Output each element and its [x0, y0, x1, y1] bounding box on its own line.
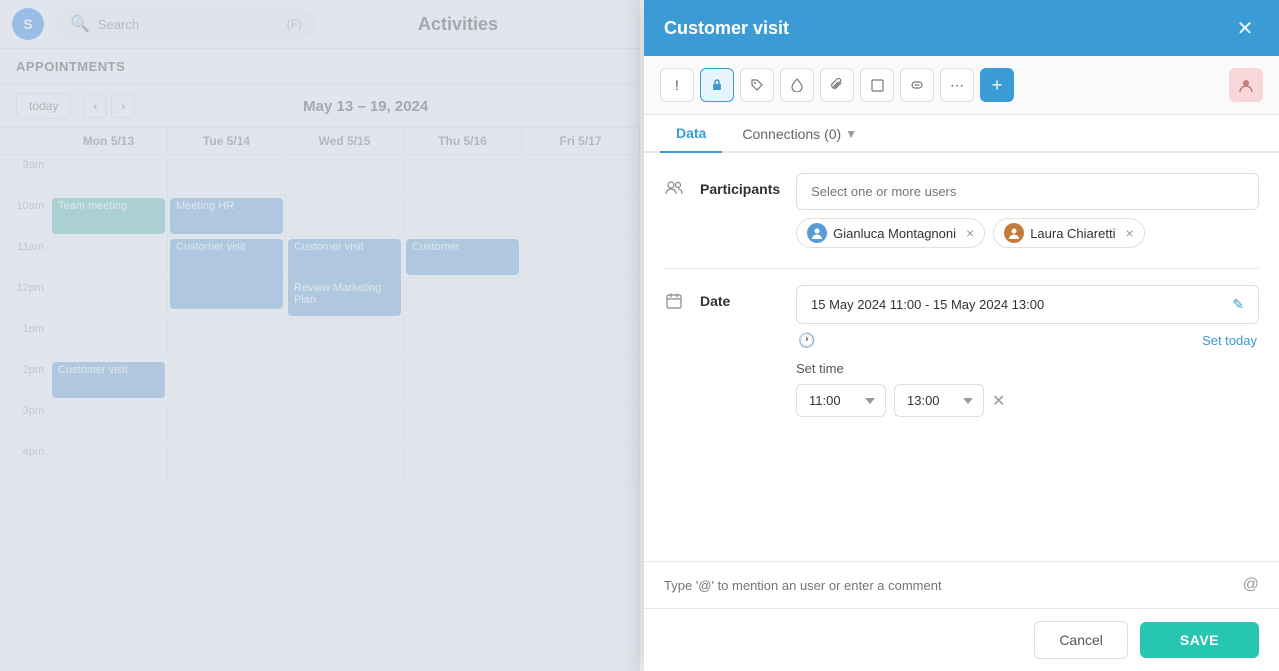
background-overlay	[0, 0, 640, 671]
cancel-button[interactable]: Cancel	[1034, 621, 1128, 659]
remove-participant-1[interactable]: ×	[966, 225, 974, 241]
modal-footer: Cancel SAVE	[644, 608, 1279, 671]
user-avatar	[1229, 68, 1263, 102]
comment-input[interactable]	[664, 578, 1233, 593]
at-mention-icon[interactable]: @	[1243, 576, 1259, 594]
participants-icon	[664, 181, 684, 200]
tag-button[interactable]	[740, 68, 774, 102]
participant-tags: Gianluca Montagnoni × Laura Chiaretti ×	[796, 218, 1259, 248]
date-field: Date 15 May 2024 11:00 - 15 May 2024 13:…	[664, 285, 1259, 417]
chevron-down-icon: ▼	[845, 127, 857, 141]
clock-icon: 🕐	[798, 332, 815, 349]
tab-connections[interactable]: Connections (0) ▼	[726, 116, 873, 152]
more-button[interactable]: ⋯	[940, 68, 974, 102]
date-edit-icon[interactable]: ✎	[1232, 296, 1244, 313]
modal-title: Customer visit	[664, 18, 789, 39]
date-icon	[664, 293, 684, 314]
date-value: 15 May 2024 11:00 - 15 May 2024 13:00	[811, 297, 1044, 312]
set-today-button[interactable]: Set today	[1202, 333, 1257, 348]
modal-tabs: Data Connections (0) ▼	[644, 115, 1279, 153]
comment-area: @	[644, 561, 1279, 608]
lock-button[interactable]	[700, 68, 734, 102]
link-button[interactable]	[900, 68, 934, 102]
time-end-select[interactable]: 13:00 12:00 12:30 13:30 14:00	[894, 384, 984, 417]
participant-avatar-1	[807, 223, 827, 243]
exclamation-button[interactable]: !	[660, 68, 694, 102]
date-label: Date	[700, 293, 780, 309]
square-button[interactable]	[860, 68, 894, 102]
modal-body: Participants Gianluca Montagnoni ×	[644, 153, 1279, 561]
participants-input[interactable]	[796, 173, 1259, 210]
date-value-field[interactable]: 15 May 2024 11:00 - 15 May 2024 13:00 ✎	[796, 285, 1259, 324]
participant-tag-1: Gianluca Montagnoni ×	[796, 218, 985, 248]
time-row: 11:00 10:00 10:30 11:30 12:00 13:00 12:0…	[796, 384, 1259, 417]
tab-data[interactable]: Data	[660, 115, 722, 153]
time-start-select[interactable]: 11:00 10:00 10:30 11:30 12:00	[796, 384, 886, 417]
set-time-label: Set time	[796, 361, 1259, 376]
participant-avatar-2	[1004, 223, 1024, 243]
date-content: 15 May 2024 11:00 - 15 May 2024 13:00 ✎ …	[796, 285, 1259, 417]
participants-field: Participants Gianluca Montagnoni ×	[664, 173, 1259, 248]
participants-label: Participants	[700, 181, 780, 197]
save-button[interactable]: SAVE	[1140, 622, 1259, 658]
modal-panel: Customer visit ✕ ! ⋯ + Data Co	[644, 0, 1279, 671]
participants-content: Gianluca Montagnoni × Laura Chiaretti ×	[796, 173, 1259, 248]
paperclip-button[interactable]	[820, 68, 854, 102]
add-button[interactable]: +	[980, 68, 1014, 102]
close-button[interactable]: ✕	[1231, 14, 1259, 42]
time-clear-button[interactable]: ✕	[992, 391, 1005, 411]
modal-header: Customer visit ✕	[644, 0, 1279, 56]
drop-button[interactable]	[780, 68, 814, 102]
participant-name-2: Laura Chiaretti	[1030, 226, 1115, 241]
participant-name-1: Gianluca Montagnoni	[833, 226, 956, 241]
participant-tag-2: Laura Chiaretti ×	[993, 218, 1144, 248]
modal-toolbar: ! ⋯ +	[644, 56, 1279, 115]
remove-participant-2[interactable]: ×	[1125, 225, 1133, 241]
